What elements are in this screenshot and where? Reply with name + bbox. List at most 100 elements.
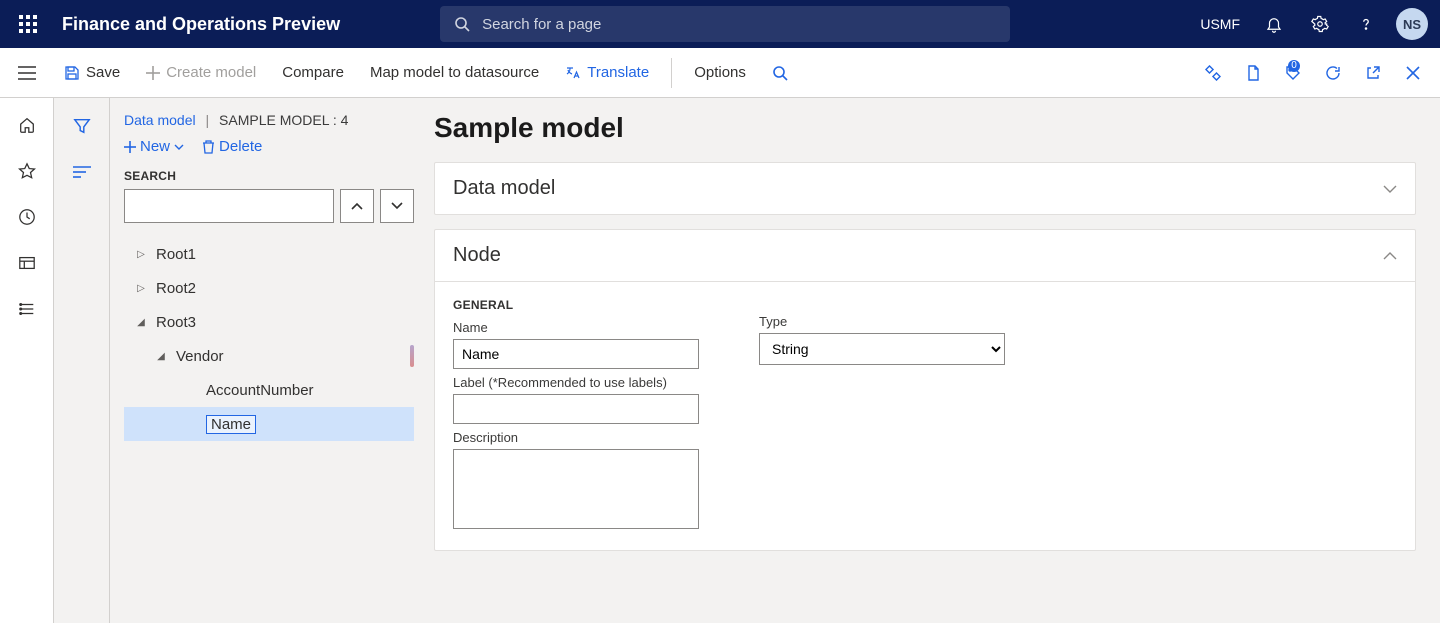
diamond-icon[interactable]: [1196, 56, 1230, 90]
map-model-label: Map model to datasource: [370, 64, 539, 81]
nav-rail: [0, 98, 54, 623]
options-button[interactable]: Options: [684, 58, 756, 87]
tree-node-label: Root3: [156, 314, 196, 331]
command-separator: [671, 58, 672, 88]
chevron-down-icon: ◢: [154, 349, 168, 363]
options-label: Options: [694, 64, 746, 81]
home-icon[interactable]: [10, 108, 44, 142]
field-name: Name: [453, 320, 699, 369]
tree-toolbar: New Delete: [124, 138, 414, 155]
search-icon: [454, 16, 470, 32]
label-label: Label (*Recommended to use labels): [453, 375, 699, 390]
tree-node-accountnumber[interactable]: ▷ AccountNumber: [124, 373, 414, 407]
card-data-model: Data model: [434, 162, 1416, 215]
search-section-label: SEARCH: [124, 169, 414, 183]
card-node-header[interactable]: Node: [435, 230, 1415, 281]
chevron-down-icon: [174, 144, 184, 150]
compare-button[interactable]: Compare: [272, 58, 354, 87]
compare-label: Compare: [282, 64, 344, 81]
app-launcher-icon[interactable]: [12, 8, 44, 40]
tree-node-label: AccountNumber: [206, 382, 314, 399]
model-tree: ▷ Root1 ▷ Root2 ◢ Root3 ◢ Vendor ▷ Acc: [124, 237, 414, 441]
create-model-button: Create model: [136, 58, 266, 87]
tree-node-name[interactable]: ▷ Name: [124, 407, 414, 441]
refresh-icon[interactable]: [1316, 56, 1350, 90]
tree-search-input[interactable]: [124, 189, 334, 223]
tree-node-vendor[interactable]: ◢ Vendor: [124, 339, 414, 373]
header-right: USMF NS: [1200, 8, 1428, 40]
description-input[interactable]: [453, 449, 699, 529]
description-label: Description: [453, 430, 699, 445]
delete-button[interactable]: Delete: [202, 138, 262, 155]
card-header-label: Data model: [453, 177, 555, 200]
workspace: Data model | SAMPLE MODEL : 4 New: [0, 98, 1440, 623]
gear-icon[interactable]: [1304, 8, 1336, 40]
breadcrumb: Data model | SAMPLE MODEL : 4: [124, 112, 414, 128]
chevron-down-icon: ◢: [134, 315, 148, 329]
card-node: Node GENERAL Name L: [434, 229, 1416, 551]
tree-pane: Data model | SAMPLE MODEL : 4 New: [110, 98, 420, 623]
main-pane: Sample model Data model Node GEN: [420, 98, 1440, 623]
star-icon[interactable]: [10, 154, 44, 188]
command-bar: Save Create model Compare Map model to d…: [0, 48, 1440, 98]
tree-node-root3[interactable]: ◢ Root3: [124, 305, 414, 339]
document-icon[interactable]: [1236, 56, 1270, 90]
save-icon: [64, 65, 80, 81]
recent-icon[interactable]: [10, 200, 44, 234]
tree-node-label: Name: [206, 415, 256, 434]
breadcrumb-root[interactable]: Data model: [124, 112, 196, 128]
close-icon[interactable]: [1396, 56, 1430, 90]
plus-icon: [146, 66, 160, 80]
new-button[interactable]: New: [124, 138, 184, 155]
search-next-button[interactable]: [380, 189, 414, 223]
filter-icon[interactable]: [68, 112, 96, 140]
environment-label[interactable]: USMF: [1200, 16, 1240, 32]
avatar[interactable]: NS: [1396, 8, 1428, 40]
type-label: Type: [759, 314, 1005, 329]
command-search-button[interactable]: [762, 59, 798, 87]
map-model-button[interactable]: Map model to datasource: [360, 58, 549, 87]
field-description: Description: [453, 430, 699, 532]
app-header: Finance and Operations Preview USMF: [0, 0, 1440, 48]
global-search-input[interactable]: [480, 15, 996, 34]
name-input[interactable]: [453, 339, 699, 369]
filter-rail: [54, 98, 110, 623]
field-label: Label (*Recommended to use labels): [453, 375, 699, 424]
save-button[interactable]: Save: [54, 58, 130, 87]
create-model-label: Create model: [166, 64, 256, 81]
help-icon[interactable]: [1350, 8, 1382, 40]
breadcrumb-current: SAMPLE MODEL : 4: [219, 112, 348, 128]
save-label: Save: [86, 64, 120, 81]
tree-node-label: Vendor: [176, 348, 224, 365]
global-search: [440, 6, 1010, 42]
delete-label: Delete: [219, 138, 262, 155]
tree-node-label: Root1: [156, 246, 196, 263]
field-type: Type String: [759, 314, 1005, 365]
content: Data model | SAMPLE MODEL : 4 New: [54, 98, 1440, 623]
popout-icon[interactable]: [1356, 56, 1390, 90]
tag-icon[interactable]: 0: [1276, 56, 1310, 90]
hamburger-icon[interactable]: [6, 48, 48, 97]
new-label: New: [140, 138, 170, 155]
chevron-down-icon: [1383, 185, 1397, 193]
workspace-icon[interactable]: [10, 246, 44, 280]
label-input[interactable]: [453, 394, 699, 424]
name-label: Name: [453, 320, 699, 335]
type-select[interactable]: String: [759, 333, 1005, 365]
modules-icon[interactable]: [10, 292, 44, 326]
bell-icon[interactable]: [1258, 8, 1290, 40]
tree-node-root2[interactable]: ▷ Root2: [124, 271, 414, 305]
translate-button[interactable]: Translate: [555, 58, 659, 87]
app-title: Finance and Operations Preview: [62, 14, 340, 35]
search-icon: [772, 65, 788, 81]
tree-node-label: Root2: [156, 280, 196, 297]
translate-icon: [565, 65, 581, 81]
search-prev-button[interactable]: [340, 189, 374, 223]
card-header-label: Node: [453, 244, 501, 267]
tree-node-root1[interactable]: ▷ Root1: [124, 237, 414, 271]
translate-label: Translate: [587, 64, 649, 81]
tree-search-row: [124, 189, 414, 223]
tag-badge: 0: [1288, 60, 1300, 72]
sort-icon[interactable]: [68, 158, 96, 186]
card-data-model-header[interactable]: Data model: [435, 163, 1415, 214]
